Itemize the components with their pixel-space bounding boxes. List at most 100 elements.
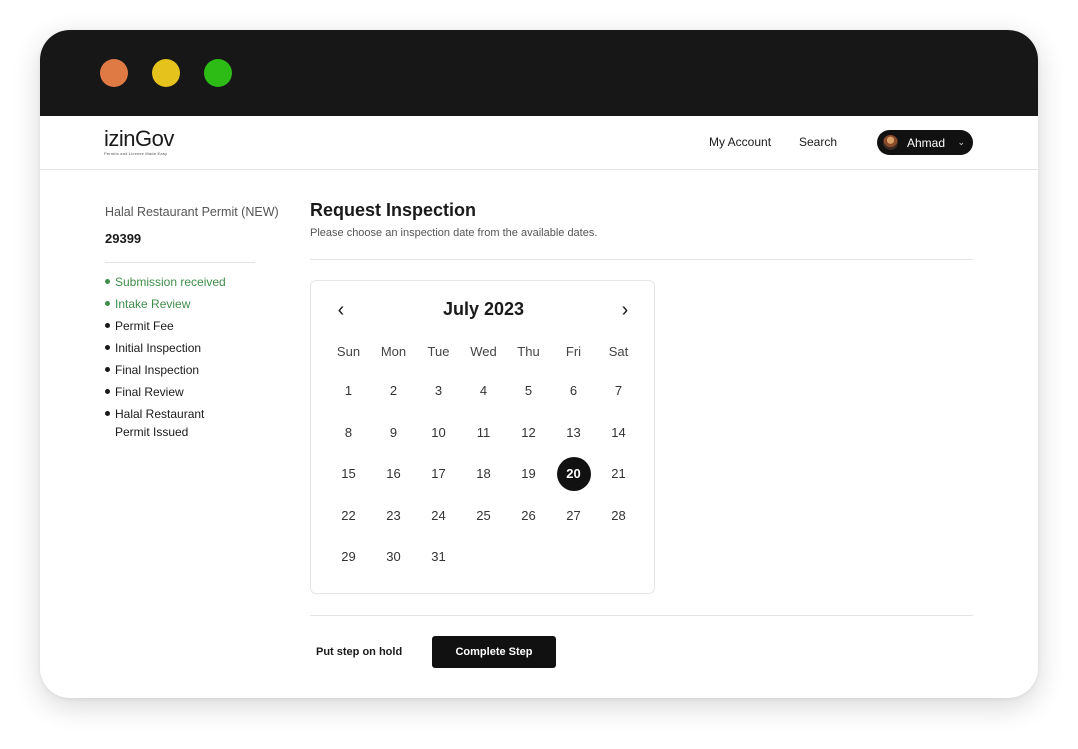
izingov-logo[interactable]: izinGov Permits and License Made Easy: [104, 126, 174, 157]
calendar-day-number: 15: [341, 466, 356, 482]
close-window-button[interactable]: [100, 59, 128, 87]
calendar-grid: Sun Mon Tue Wed Thu Fri Sat 1 2 3 4 5 6 7 8 9 10 11 12 13 1…: [326, 341, 641, 578]
calendar-day-number: 24: [431, 507, 446, 523]
calendar-day[interactable]: 14: [596, 412, 641, 454]
calendar-day-number: 9: [389, 424, 398, 440]
calendar-day[interactable]: 3: [416, 370, 461, 412]
sidebar-divider: [105, 262, 255, 263]
calendar-day-number: 29: [341, 549, 356, 565]
step-bullet-icon: [105, 367, 110, 372]
title-divider: [310, 259, 973, 260]
calendar-day[interactable]: 19: [506, 453, 551, 495]
browser-window: izinGov Permits and License Made Easy My…: [40, 30, 1038, 698]
permit-step-item: Permit Fee: [105, 317, 305, 335]
calendar-day[interactable]: 5: [506, 370, 551, 412]
window-titlebar: [40, 30, 1038, 116]
calendar-week-row: 22 23 24 25 26 27 28: [326, 495, 641, 537]
main-content: Request Inspection Please choose an insp…: [310, 200, 973, 260]
calendar-day-number: 22: [341, 507, 356, 523]
weekday-label: Fri: [565, 344, 582, 359]
calendar-week-row: 1 2 3 4 5 6 7: [326, 370, 641, 412]
calendar-day[interactable]: 8: [326, 412, 371, 454]
calendar-day-number: 14: [611, 424, 626, 440]
weekday-label: Mon: [380, 344, 407, 359]
calendar-day[interactable]: 2: [371, 370, 416, 412]
calendar-day[interactable]: 27: [551, 495, 596, 537]
calendar-day-number: 2: [389, 383, 398, 399]
weekday-label: Wed: [470, 344, 497, 359]
calendar-day-selected[interactable]: 20: [551, 453, 596, 495]
user-menu-button[interactable]: Ahmad ⌄: [877, 130, 973, 155]
calendar-week-row: 8 9 10 11 12 13 14: [326, 412, 641, 454]
calendar-day[interactable]: 22: [326, 495, 371, 537]
nav-search-link[interactable]: Search: [799, 135, 837, 149]
logo-tagline: Permits and License Made Easy: [104, 151, 168, 156]
page-title: Request Inspection: [310, 200, 477, 220]
calendar-day-number: 25: [476, 507, 491, 523]
maximize-window-button[interactable]: [204, 59, 232, 87]
complete-step-button[interactable]: Complete Step: [432, 636, 556, 668]
permit-title: Halal Restaurant Permit (NEW): [105, 205, 279, 219]
calendar-day-number: 8: [344, 424, 353, 440]
logo-wordmark: izinGov: [104, 126, 174, 151]
weekday-header-row: Sun Mon Tue Wed Thu Fri Sat: [326, 341, 641, 363]
calendar-day-number: 6: [569, 383, 578, 399]
permit-step-item: Initial Inspection: [105, 339, 305, 357]
calendar-day[interactable]: 6: [551, 370, 596, 412]
permit-step-item: Final Inspection: [105, 361, 305, 379]
calendar-day[interactable]: 15: [326, 453, 371, 495]
weekday-label: Tue: [427, 344, 450, 359]
actions-divider: [310, 615, 973, 616]
calendar-day[interactable]: 1: [326, 370, 371, 412]
calendar-day[interactable]: 28: [596, 495, 641, 537]
calendar-day-number: 30: [386, 549, 401, 565]
calendar-day-number: 20: [556, 456, 591, 491]
calendar-day[interactable]: 25: [461, 495, 506, 537]
permit-step-item: Intake Review: [105, 295, 305, 313]
calendar-week-row: 29 30 31: [326, 536, 641, 578]
calendar-day[interactable]: 9: [371, 412, 416, 454]
calendar-day[interactable]: 31: [416, 536, 461, 578]
calendar-day-number: 5: [524, 383, 533, 399]
calendar-day-number: 13: [566, 424, 581, 440]
calendar-day-number: 19: [521, 466, 536, 482]
step-label: Final Review: [115, 385, 184, 399]
calendar-day[interactable]: 13: [551, 412, 596, 454]
calendar-day-number: 12: [521, 424, 536, 440]
calendar-day[interactable]: 7: [596, 370, 641, 412]
page-subtitle: Please choose an inspection date from th…: [310, 227, 598, 239]
step-bullet-icon: [105, 389, 110, 394]
calendar-day[interactable]: 12: [506, 412, 551, 454]
chevron-down-icon: ⌄: [957, 137, 965, 147]
avatar: [883, 135, 898, 150]
next-month-button[interactable]: ›: [613, 299, 637, 322]
calendar-day[interactable]: 23: [371, 495, 416, 537]
calendar-day-number: 7: [614, 383, 623, 399]
step-label: Intake Review: [115, 297, 191, 311]
calendar-day[interactable]: 21: [596, 453, 641, 495]
calendar-day[interactable]: 29: [326, 536, 371, 578]
calendar-day-number: 3: [434, 383, 443, 399]
calendar-day-number: 26: [521, 507, 536, 523]
calendar-day-number: 31: [431, 549, 446, 565]
minimize-window-button[interactable]: [152, 59, 180, 87]
calendar-day-number: 11: [476, 424, 491, 440]
permit-step-item: Final Review: [105, 383, 305, 401]
calendar-day-number: 10: [431, 424, 446, 440]
calendar-day[interactable]: 18: [461, 453, 506, 495]
weekday-label: Sat: [608, 344, 629, 359]
calendar-day[interactable]: 26: [506, 495, 551, 537]
calendar-day[interactable]: 30: [371, 536, 416, 578]
put-step-on-hold-button[interactable]: Put step on hold: [316, 646, 402, 658]
calendar-day[interactable]: 17: [416, 453, 461, 495]
calendar-day[interactable]: 4: [461, 370, 506, 412]
calendar-day[interactable]: 11: [461, 412, 506, 454]
weekday-label: Sun: [336, 344, 361, 359]
step-bullet-icon: [105, 411, 110, 416]
calendar-day[interactable]: 24: [416, 495, 461, 537]
calendar-day-number: 16: [386, 466, 401, 482]
permit-step-item: Submission received: [105, 273, 305, 291]
calendar-day[interactable]: 16: [371, 453, 416, 495]
calendar-day[interactable]: 10: [416, 412, 461, 454]
nav-my-account-link[interactable]: My Account: [709, 135, 771, 149]
